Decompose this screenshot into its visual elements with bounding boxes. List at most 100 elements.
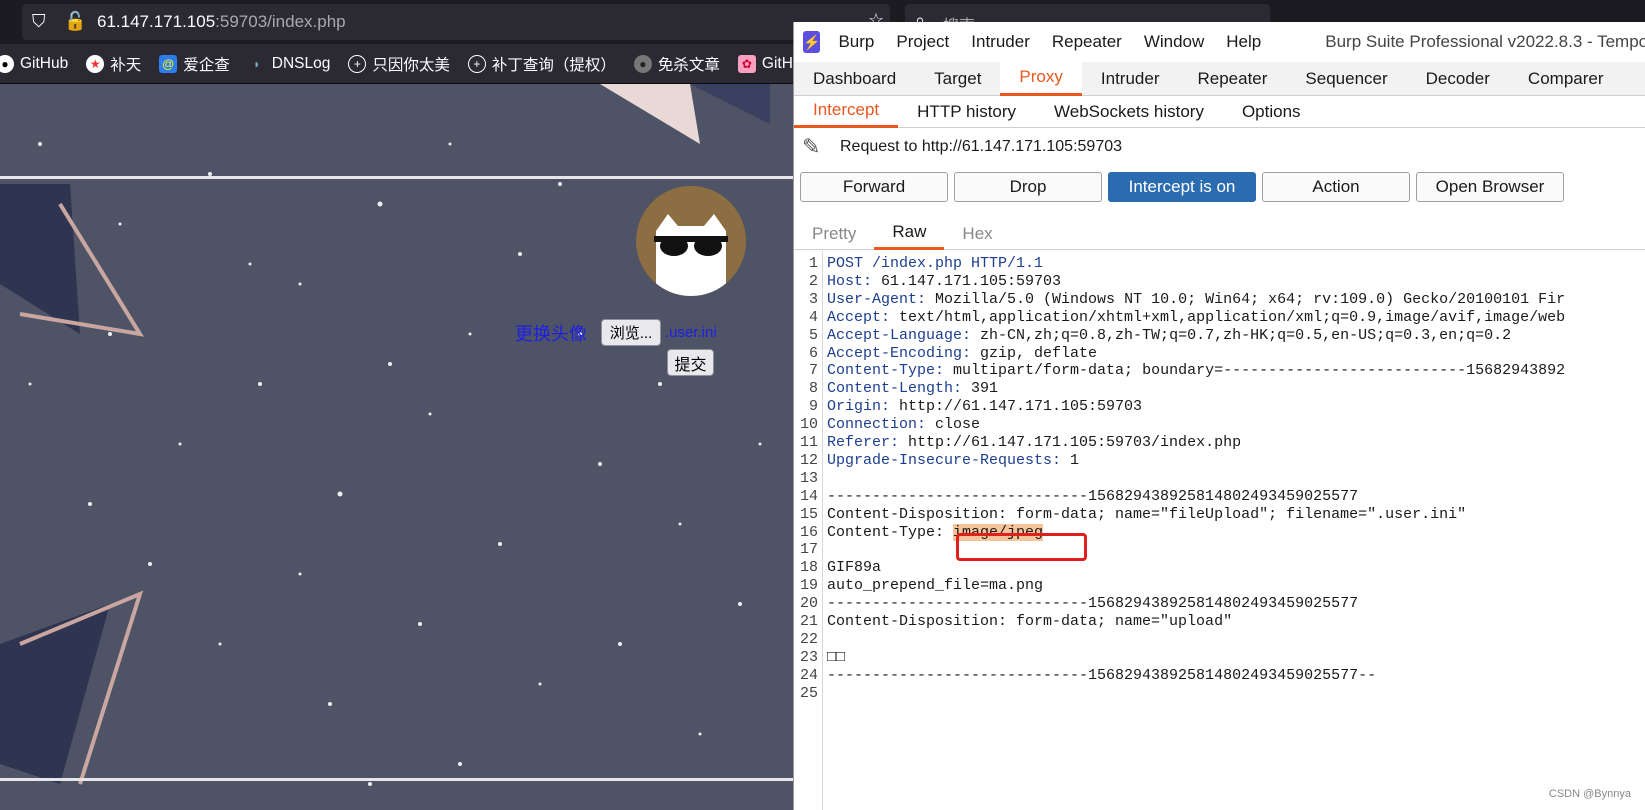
line-number: 3 (808, 290, 818, 308)
line-number: 2 (808, 272, 818, 290)
pink-logo-icon: ✿ (737, 54, 756, 73)
line-number: 8 (808, 380, 818, 398)
request-target: ✎ Request to http://61.147.171.105:59703 (802, 134, 1122, 160)
tab-decoder[interactable]: Decoder (1407, 62, 1509, 96)
line-number: 6 (808, 344, 818, 362)
request-line[interactable]: Content-Type: multipart/form-data; bound… (827, 362, 1565, 379)
line-number: 5 (808, 326, 818, 344)
browse-button[interactable]: 浏览... (601, 319, 661, 346)
request-line[interactable]: Accept: text/html,application/xhtml+xml,… (827, 309, 1565, 326)
request-line[interactable]: -----------------------------15682943892… (827, 488, 1358, 505)
bookmark-zhiyin[interactable]: + 只因你太美 (348, 53, 450, 75)
request-line[interactable]: POST /index.php HTTP/1.1 (827, 255, 1043, 272)
line-number: 21 (799, 613, 818, 630)
request-line[interactable]: auto_prepend_file=ma.png (827, 577, 1043, 594)
bookmark-dnslog[interactable]: ◗ DNSLog (248, 55, 330, 73)
watermark: CSDN @Bynnya (1548, 788, 1631, 800)
request-line[interactable]: -----------------------------15682943892… (827, 595, 1358, 612)
request-line[interactable]: Connection: close (827, 416, 980, 433)
tab-proxy[interactable]: Proxy (1000, 61, 1082, 96)
line-number: 9 (808, 398, 818, 416)
request-line[interactable]: Content-Disposition: form-data; name="fi… (827, 506, 1466, 523)
line-number: 11 (799, 434, 818, 451)
globe-icon: + (467, 54, 486, 73)
aiqicha-icon: @ (159, 54, 178, 73)
request-line[interactable]: Accept-Encoding: gzip, deflate (827, 345, 1097, 362)
bookmark-butian[interactable]: ★ 补天 (86, 53, 141, 75)
request-line[interactable]: GIF89a (827, 559, 881, 576)
line-number: 4 (808, 308, 818, 326)
action-button[interactable]: Action (1262, 172, 1410, 202)
pencil-icon: ✎ (802, 134, 821, 159)
line-number: 15 (799, 505, 818, 523)
avatar (636, 186, 746, 296)
request-line[interactable]: Host: 61.147.171.105:59703 (827, 273, 1061, 290)
tab-options[interactable]: Options (1223, 96, 1320, 128)
request-line[interactable]: -----------------------------15682943892… (827, 667, 1376, 684)
tab-target[interactable]: Target (915, 62, 1000, 96)
line-number: 13 (799, 469, 818, 487)
line-number: 24 (799, 666, 818, 684)
request-line[interactable]: Accept-Language: zh-CN,zh;q=0.8,zh-TW;q=… (827, 327, 1511, 344)
tab-intruder[interactable]: Intruder (1082, 62, 1179, 96)
message-view-tabs: Pretty Raw Hex (794, 218, 1645, 250)
url-text[interactable]: 61.147.171.105:59703/index.php (97, 12, 346, 32)
bookmark-mianshawenzhang[interactable]: ● 免杀文章 (633, 53, 720, 75)
tab-comparer[interactable]: Comparer (1509, 62, 1623, 96)
bookmark-patch-query[interactable]: + 补丁查询（提权） (467, 53, 616, 75)
menu-burp[interactable]: Burp (838, 32, 874, 52)
burp-window: ⚡ Burp Project Intruder Repeater Window … (793, 22, 1645, 810)
divider-bottom (0, 778, 793, 781)
submit-button[interactable]: 提交 (667, 349, 714, 376)
shield-icon[interactable]: ⛉ (32, 11, 46, 32)
main-tabs: Dashboard Target Proxy Intruder Repeater… (794, 61, 1645, 96)
change-avatar-label: 更换头像 (515, 324, 587, 345)
url-bar[interactable]: ⛉ 🔓 61.147.171.105:59703/index.php ☆ (22, 4, 890, 40)
line-number: 16 (799, 523, 818, 541)
insecure-lock-icon[interactable]: 🔓 (64, 11, 86, 32)
menu-intruder[interactable]: Intruder (971, 32, 1030, 52)
github-icon: ● (633, 54, 652, 73)
request-line[interactable]: Content-Disposition: form-data; name="up… (827, 613, 1232, 630)
divider-top (0, 176, 793, 179)
menu-repeater[interactable]: Repeater (1052, 32, 1122, 52)
tab-pretty[interactable]: Pretty (794, 218, 874, 250)
burp-menubar: ⚡ Burp Project Intruder Repeater Window … (794, 22, 1645, 62)
tab-dashboard[interactable]: Dashboard (794, 62, 915, 96)
open-browser-button[interactable]: Open Browser (1416, 172, 1564, 202)
burp-logo-icon: ⚡ (803, 31, 821, 53)
tab-raw[interactable]: Raw (874, 218, 945, 250)
request-line[interactable]: Origin: http://61.147.171.105:59703 (827, 398, 1142, 415)
line-number: 12 (799, 451, 818, 469)
line-number: 20 (799, 595, 818, 613)
request-line[interactable]: User-Agent: Mozilla/5.0 (Windows NT 10.0… (827, 291, 1565, 308)
tab-hex[interactable]: Hex (944, 218, 1010, 250)
menu-window[interactable]: Window (1144, 32, 1204, 52)
drop-button[interactable]: Drop (954, 172, 1102, 202)
proxy-tabs: Intercept HTTP history WebSockets histor… (794, 96, 1645, 128)
request-editor[interactable]: 1 2 3 4 5 6 7 8 9 10 11 12 13 14 15 16 17 18 19 20 21 22 23 24 2… (794, 251, 1645, 810)
request-line[interactable]: Content-Length: 391 (827, 380, 998, 397)
tab-http-history[interactable]: HTTP history (898, 96, 1035, 128)
globe-icon: + (348, 54, 367, 73)
line-number: 17 (799, 541, 818, 559)
request-line[interactable]: Upgrade-Insecure-Requests: 1 (827, 452, 1079, 469)
tab-intercept[interactable]: Intercept (794, 96, 899, 128)
intercept-buttons: Forward Drop Intercept is on Action Open… (800, 172, 1570, 202)
menu-project[interactable]: Project (896, 32, 949, 52)
tab-repeater[interactable]: Repeater (1178, 62, 1286, 96)
bookmark-github[interactable]: ● GitHub (0, 54, 68, 73)
tab-websockets-history[interactable]: WebSockets history (1035, 96, 1223, 128)
intercept-toggle-button[interactable]: Intercept is on (1108, 172, 1256, 202)
line-number: 10 (799, 416, 818, 434)
highlight-box (956, 533, 1087, 561)
bookmark-aiqicha[interactable]: @ 爱企查 (159, 53, 230, 75)
menu-help[interactable]: Help (1226, 32, 1261, 52)
request-line[interactable]: Referer: http://61.147.171.105:59703/ind… (827, 434, 1241, 451)
tab-sequencer[interactable]: Sequencer (1286, 62, 1406, 96)
request-line[interactable]: □□ (827, 649, 845, 666)
line-number: 25 (799, 684, 818, 702)
line-number: 19 (799, 577, 818, 595)
forward-button[interactable]: Forward (800, 172, 948, 202)
line-number: 1 (808, 255, 818, 272)
